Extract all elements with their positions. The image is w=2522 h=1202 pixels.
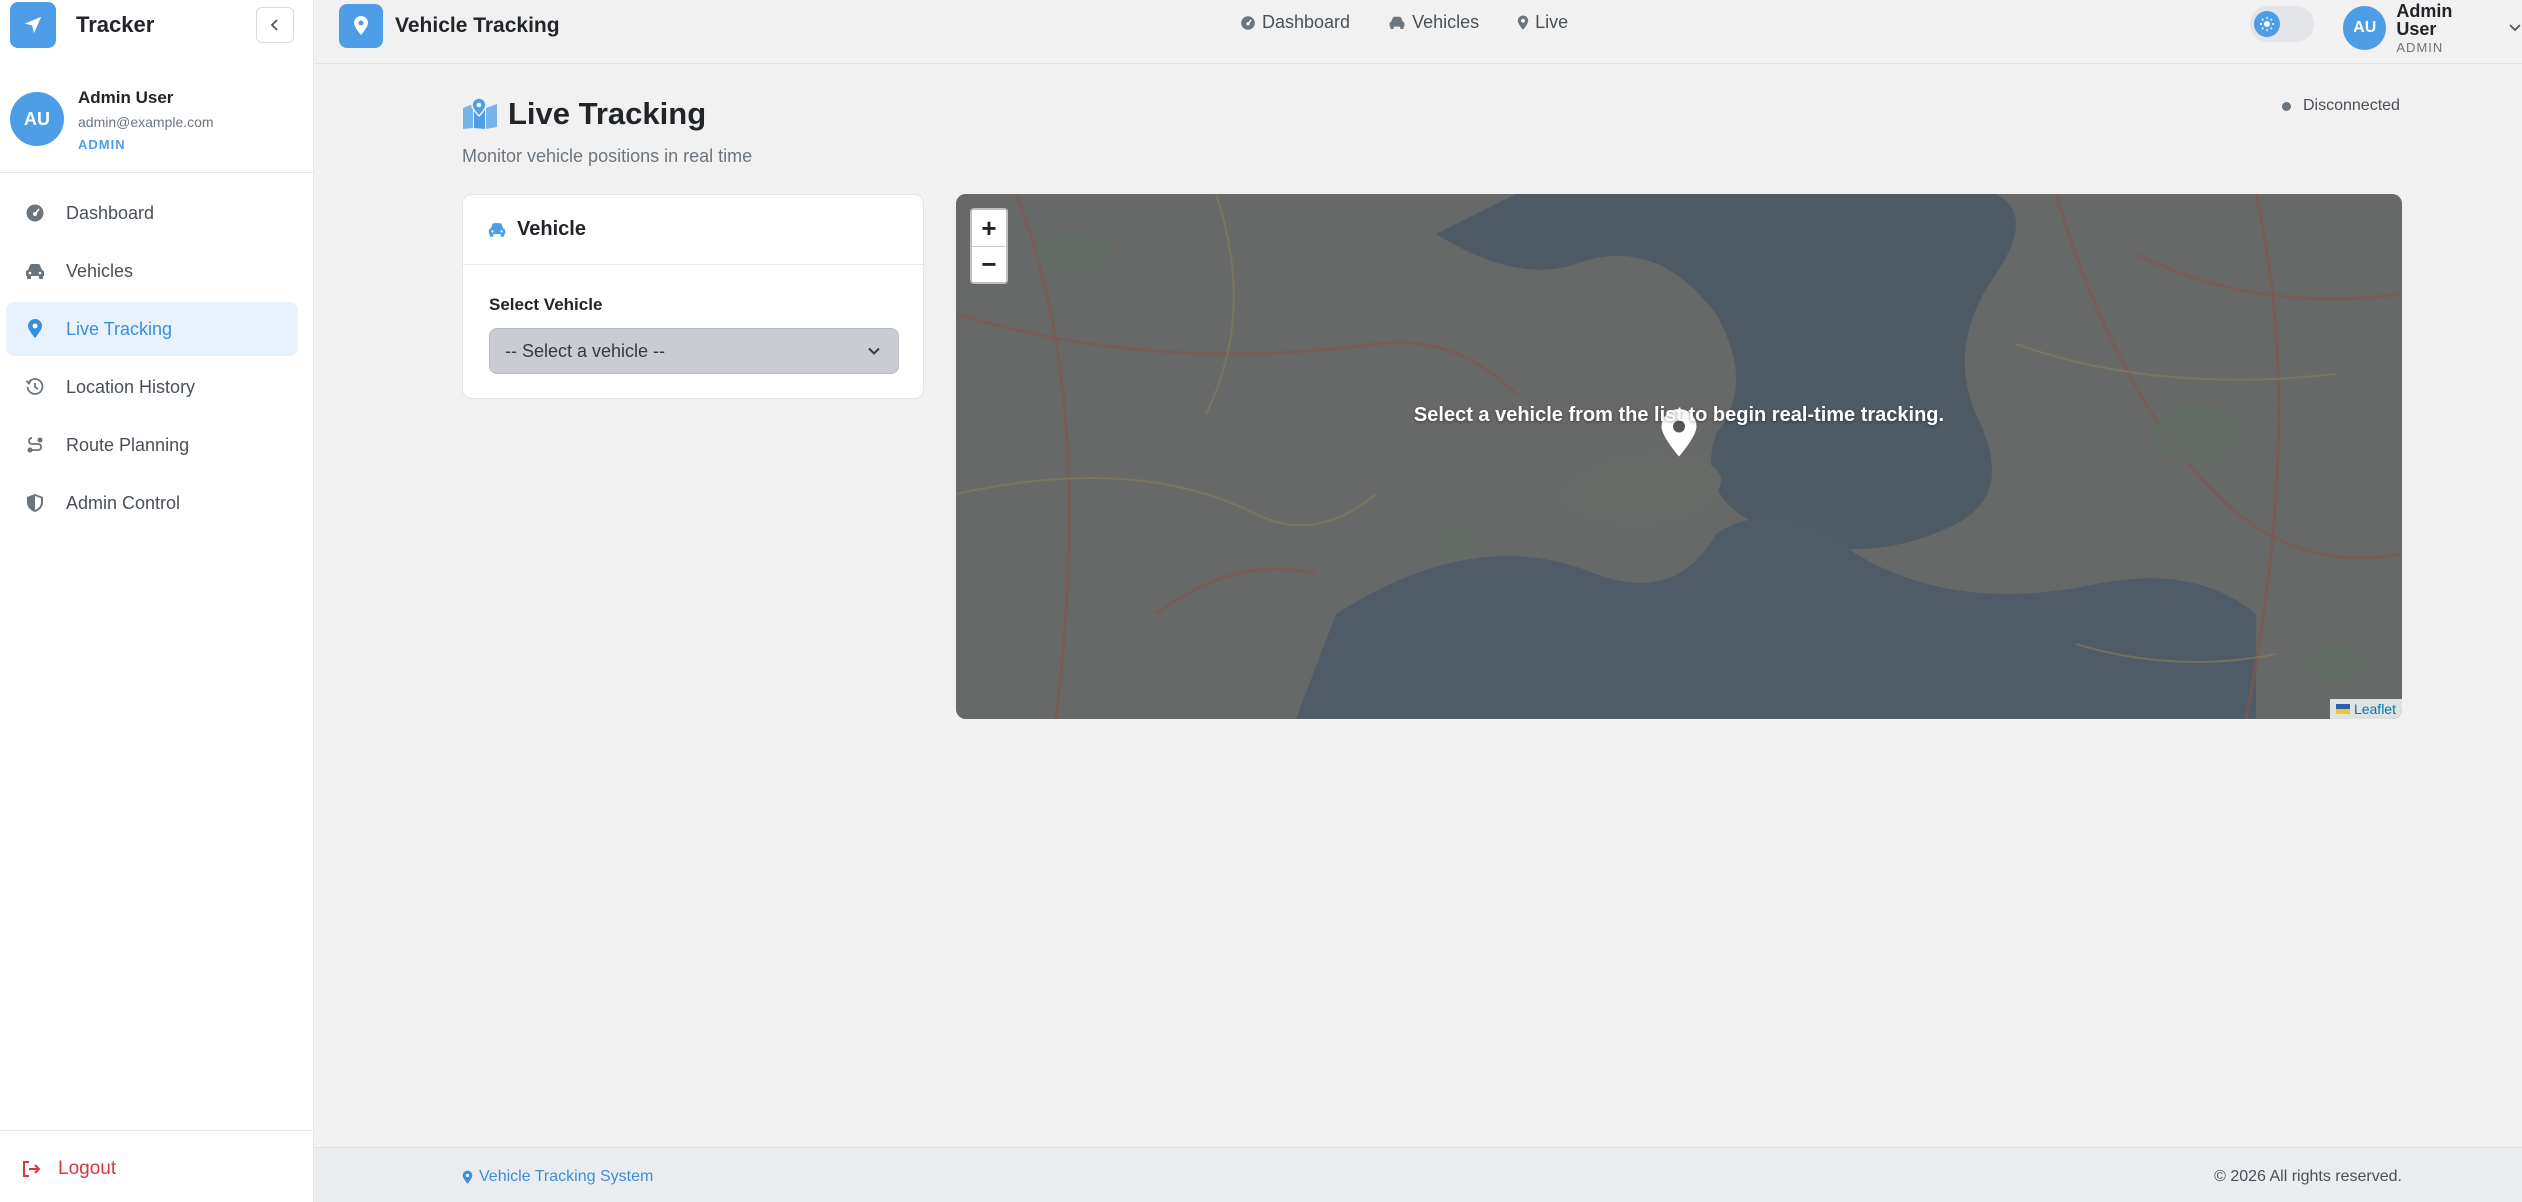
page-title: Live Tracking (508, 96, 707, 131)
map-pin-icon (462, 1170, 473, 1185)
top-nav-vehicles[interactable]: Vehicles (1388, 12, 1479, 33)
navigation-arrow-icon (10, 2, 56, 48)
connection-status: Disconnected (2282, 97, 2400, 115)
sidebar-profile: AU Admin User admin@example.com ADMIN (10, 84, 304, 152)
map-location-icon (462, 98, 498, 130)
zoom-out-button[interactable]: − (972, 246, 1006, 282)
footer: Vehicle Tracking System © 2026 All right… (315, 1147, 2522, 1202)
brand-name: Tracker (76, 12, 155, 37)
zoom-in-button[interactable]: + (972, 210, 1006, 246)
top-nav-live[interactable]: Live (1517, 12, 1568, 33)
sidebar-item-live-tracking[interactable]: Live Tracking (6, 302, 298, 356)
dashboard-gauge-icon (24, 202, 46, 224)
sun-icon (2254, 11, 2280, 37)
map-pin-icon (1517, 15, 1529, 31)
top-nav-dashboard[interactable]: Dashboard (1240, 12, 1350, 33)
map-attribution[interactable]: Leaflet (2329, 699, 2402, 719)
page-header: Live Tracking Monitor vehicle positions … (462, 96, 752, 167)
car-icon (487, 221, 507, 238)
history-icon (24, 376, 46, 398)
profile-role: ADMIN (78, 137, 126, 152)
car-icon (24, 260, 46, 282)
zoom-control: + − (970, 208, 1008, 284)
top-bar: Vehicle Tracking Dashboard Vehicles Live (315, 0, 2522, 64)
theme-toggle[interactable] (2250, 6, 2314, 42)
top-nav: Dashboard Vehicles Live (1240, 12, 1606, 33)
user-name: Admin User (2396, 1, 2453, 39)
attribution-link[interactable]: Leaflet (2354, 701, 2396, 717)
map-pin-icon (24, 318, 46, 340)
map-container[interactable]: + − Select a vehicle from the list to be… (956, 194, 2402, 719)
sidebar-item-label: Dashboard (66, 202, 155, 223)
logout-icon (22, 1160, 42, 1178)
sidebar: Tracker AU Admin User admin@example.com … (0, 0, 314, 1202)
flag-icon (2335, 704, 2350, 714)
map-empty-message: Select a vehicle from the list to begin … (1413, 404, 1945, 426)
footer-brand[interactable]: Vehicle Tracking System (462, 1168, 653, 1186)
profile-email: admin@example.com (78, 114, 214, 130)
map-pin-icon (339, 4, 383, 48)
top-nav-label: Vehicles (1412, 12, 1480, 32)
select-value: -- Select a vehicle -- (505, 340, 666, 361)
sidebar-item-label: Vehicles (66, 260, 134, 281)
sidebar-item-label: Route Planning (66, 434, 190, 455)
car-icon (1388, 15, 1406, 30)
chevron-down-icon (866, 343, 882, 359)
divider (0, 172, 314, 173)
top-title: Vehicle Tracking (339, 4, 560, 48)
copyright: © 2026 All rights reserved. (2214, 1168, 2402, 1185)
sidebar-item-dashboard[interactable]: Dashboard (6, 186, 298, 240)
app-title: Vehicle Tracking (395, 14, 560, 37)
sidebar-item-admin-control[interactable]: Admin Control (6, 476, 298, 530)
sidebar-item-label: Location History (66, 376, 196, 397)
chevron-left-icon (270, 19, 278, 31)
logout-button[interactable]: Logout (22, 1158, 116, 1180)
sidebar-nav: Dashboard Vehicles Live Tracking Locatio… (6, 186, 298, 534)
vehicle-select[interactable]: -- Select a vehicle -- (489, 328, 899, 374)
page-subtitle: Monitor vehicle positions in real time (462, 146, 753, 166)
card-title: Vehicle (517, 218, 586, 240)
sidebar-item-location-history[interactable]: Location History (6, 360, 298, 414)
chevron-down-icon (2508, 23, 2522, 33)
dashboard-gauge-icon (1240, 15, 1256, 31)
sidebar-item-vehicles[interactable]: Vehicles (6, 244, 298, 298)
select-vehicle-label: Select Vehicle (489, 295, 603, 314)
profile-name: Admin User (78, 88, 174, 107)
logout-label: Logout (58, 1158, 117, 1179)
route-icon (24, 434, 46, 456)
card-header: Vehicle (463, 195, 923, 265)
avatar: AU (10, 92, 64, 146)
shield-icon (24, 492, 46, 514)
divider (0, 1130, 314, 1131)
sidebar-item-label: Admin Control (66, 492, 181, 513)
sidebar-item-label: Live Tracking (66, 318, 173, 339)
footer-brand-text: Vehicle Tracking System (479, 1168, 654, 1185)
sidebar-item-route-planning[interactable]: Route Planning (6, 418, 298, 472)
user-menu[interactable]: AU Admin User ADMIN (2343, 2, 2522, 54)
collapse-sidebar-button[interactable] (256, 7, 294, 43)
status-text: Disconnected (2303, 97, 2400, 114)
status-dot (2282, 101, 2291, 111)
vehicle-card: Vehicle Select Vehicle -- Select a vehic… (462, 194, 924, 399)
top-nav-label: Dashboard (1262, 12, 1351, 32)
avatar: AU (2343, 6, 2387, 50)
user-role: ADMIN (2396, 40, 2444, 55)
top-nav-label: Live (1535, 12, 1569, 32)
